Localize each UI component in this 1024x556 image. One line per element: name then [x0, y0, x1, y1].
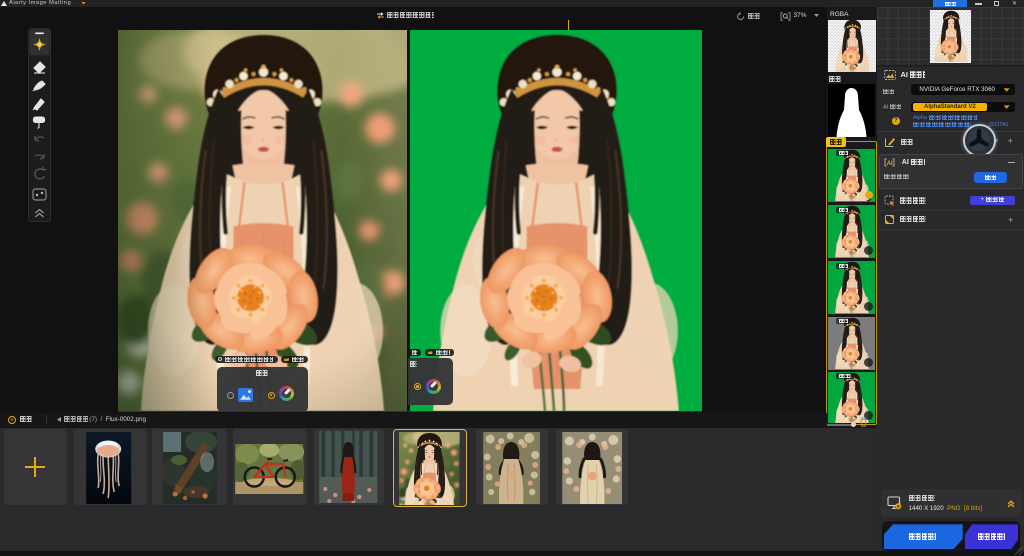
svg-text:AI: AI — [887, 161, 893, 167]
